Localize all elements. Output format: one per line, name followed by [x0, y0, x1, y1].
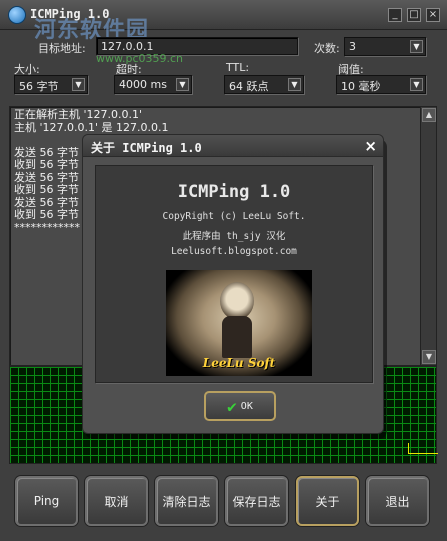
count-value: 3	[349, 40, 356, 53]
about-dialog-title: 关于 ICMPing 1.0	[91, 141, 202, 155]
size-select[interactable]: 56 字节 ▼	[14, 75, 88, 94]
check-icon: ✔	[227, 396, 237, 416]
photo-figure-head	[220, 282, 254, 320]
photo-figure-body	[222, 316, 252, 358]
about-copyright: CopyRight (c) LeeLu Soft.	[162, 211, 306, 222]
ok-label: OK	[240, 400, 253, 412]
graph-line	[408, 453, 438, 454]
count-select[interactable]: 3 ▼	[344, 37, 426, 56]
threshold-select[interactable]: 10 毫秒 ▼	[336, 75, 426, 94]
about-heading: ICMPing 1.0	[177, 182, 291, 202]
log-line: 主机 '127.0.0.1' 是 127.0.0.1	[14, 120, 169, 134]
scroll-up-icon[interactable]: ▲	[422, 108, 436, 122]
about-photo: LeeLu Soft	[166, 270, 312, 376]
chevron-down-icon: ▼	[72, 78, 85, 91]
threshold-value: 10 毫秒	[341, 80, 381, 93]
app-icon	[8, 6, 26, 24]
close-icon[interactable]: ×	[364, 137, 377, 155]
watermark-url: www.pc0359.cn	[96, 52, 184, 65]
cancel-button[interactable]: 取消	[85, 476, 148, 526]
settings-panel: 目标地址: 127.0.0.1 次数: 3 ▼ 大小: 56 字节 ▼ 超时: …	[6, 32, 441, 100]
button-bar: Ping 取消 清除日志 保存日志 关于 退出	[0, 466, 447, 541]
chevron-down-icon: ▼	[410, 40, 423, 53]
save-log-button[interactable]: 保存日志	[225, 476, 288, 526]
ttl-value: 64 跃点	[229, 80, 269, 93]
title-bar: ICMPing 1.0 河东软件园 _ □ ×	[0, 0, 447, 43]
photo-caption: LeeLu Soft	[202, 356, 276, 370]
ping-button[interactable]: Ping	[15, 476, 78, 526]
about-panel: ICMPing 1.0 CopyRight (c) LeeLu Soft. 此程…	[95, 165, 373, 383]
ttl-select[interactable]: 64 跃点 ▼	[224, 75, 304, 94]
size-value: 56 字节	[19, 80, 59, 93]
chevron-down-icon: ▼	[410, 78, 423, 91]
about-dialog: 关于 ICMPing 1.0 × ICMPing 1.0 CopyRight (…	[82, 134, 384, 434]
chevron-down-icon: ▼	[288, 78, 301, 91]
scroll-down-icon[interactable]: ▼	[422, 350, 436, 364]
log-line: 正在解析主机 '127.0.0.1'	[14, 108, 143, 121]
log-scrollbar[interactable]: ▲ ▼	[420, 107, 436, 365]
minimize-button[interactable]: _	[388, 8, 402, 22]
about-button[interactable]: 关于	[296, 476, 359, 526]
ok-button[interactable]: ✔ OK	[204, 391, 276, 421]
timeout-select[interactable]: 4000 ms ▼	[114, 75, 192, 94]
ttl-label: TTL:	[226, 61, 250, 74]
about-dialog-titlebar: 关于 ICMPing 1.0 ×	[83, 135, 383, 157]
clear-log-button[interactable]: 清除日志	[155, 476, 218, 526]
chevron-down-icon: ▼	[176, 78, 189, 91]
target-label: 目标地址:	[38, 42, 86, 55]
close-button[interactable]: ×	[426, 8, 440, 22]
exit-button[interactable]: 退出	[366, 476, 429, 526]
timeout-value: 4000 ms	[119, 78, 167, 91]
about-localized-by: 此程序由 th_sjy 汉化	[182, 231, 286, 242]
maximize-button[interactable]: □	[407, 8, 421, 22]
count-label: 次数:	[314, 42, 340, 55]
about-website[interactable]: Leelusoft.blogspot.com	[96, 246, 372, 257]
